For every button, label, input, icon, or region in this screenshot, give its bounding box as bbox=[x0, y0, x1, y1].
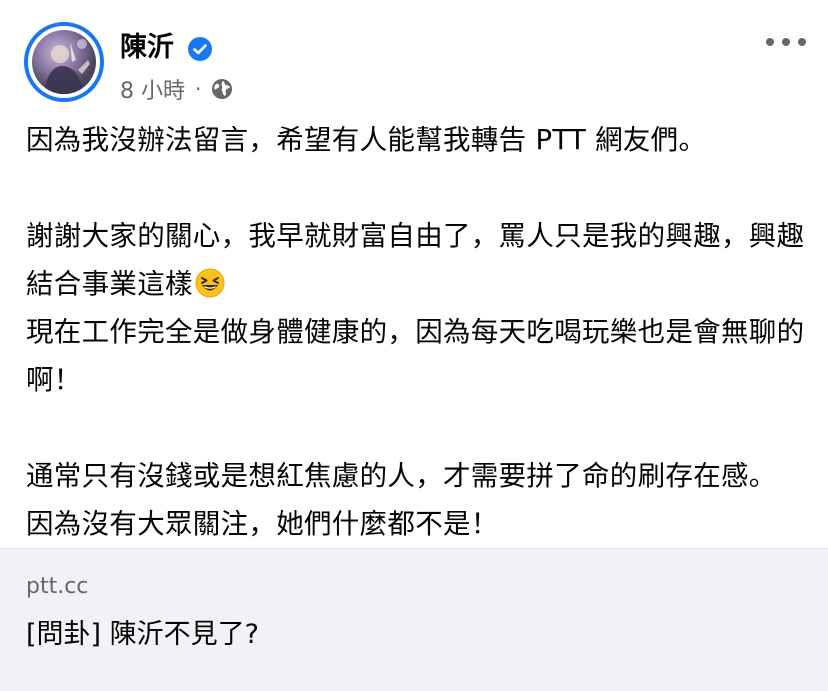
more-options-icon bbox=[766, 38, 774, 46]
more-options-button[interactable] bbox=[766, 30, 806, 54]
link-preview-card[interactable]: ptt.cc [問卦] 陳沂不見了? bbox=[0, 548, 828, 691]
post-text: 因為我沒辦法留言，希望有人能幫我轉告 PTT 網友們。 謝謝大家的關心，我早就財… bbox=[26, 116, 806, 548]
avatar[interactable] bbox=[32, 30, 96, 94]
post-paragraph-3-cont: 因為沒有大眾關注，她們什麼都不是！ bbox=[26, 508, 499, 540]
author-name[interactable]: 陳沂 bbox=[120, 28, 174, 68]
grinning-squinting-face-icon bbox=[195, 268, 225, 298]
avatar-story-ring[interactable] bbox=[24, 22, 104, 102]
post-header: 陳沂 8 小時 · bbox=[0, 0, 828, 112]
post-timestamp[interactable]: 8 小時 bbox=[120, 73, 185, 105]
globe-icon[interactable] bbox=[210, 77, 234, 101]
verified-badge-icon bbox=[188, 37, 212, 61]
avatar-photo bbox=[44, 39, 90, 94]
more-options-icon bbox=[782, 38, 790, 46]
link-domain: ptt.cc bbox=[26, 574, 89, 599]
post-meta: 8 小時 · bbox=[120, 73, 234, 105]
post-paragraph-2: 謝謝大家的關心，我早就財富自由了，罵人只是我的興趣，興趣結合事業這樣 bbox=[26, 212, 806, 308]
post-paragraph-2-text: 謝謝大家的關心，我早就財富自由了，罵人只是我的興趣，興趣結合事業這樣 bbox=[26, 220, 805, 300]
more-options-icon bbox=[798, 38, 806, 46]
post-paragraph-2-cont: 現在工作完全是做身體健康的，因為每天吃喝玩樂也是會無聊的啊！ bbox=[26, 316, 805, 396]
post-paragraph-1: 因為我沒辦法留言，希望有人能幫我轉告 PTT 網友們。 bbox=[26, 124, 707, 156]
meta-separator: · bbox=[195, 77, 202, 101]
link-title[interactable]: [問卦] 陳沂不見了? bbox=[26, 615, 259, 655]
post-paragraph-3: 通常只有沒錢或是想紅焦慮的人，才需要拼了命的刷存在感。 bbox=[26, 460, 777, 492]
